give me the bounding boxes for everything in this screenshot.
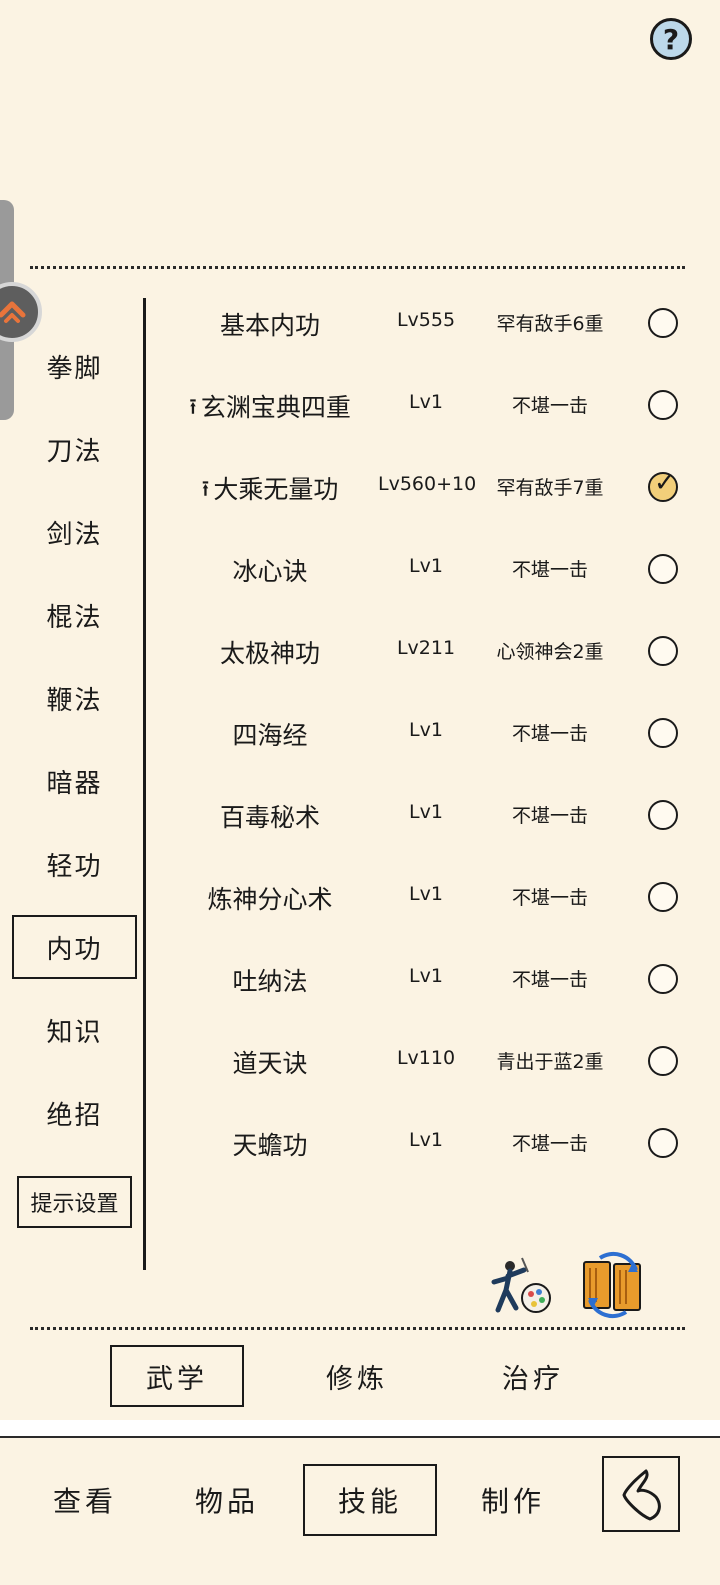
category-2[interactable]: 刀法 [12, 417, 137, 481]
skill-rank: 罕有敌手6重 [496, 313, 604, 335]
skill-select-radio[interactable] [648, 800, 678, 830]
skill-rank: 青出于蓝2重 [496, 1051, 604, 1073]
bottom-divider [30, 1327, 685, 1330]
skill-name-text: 太极神功 [219, 639, 320, 668]
floating-assistant-icon[interactable] [0, 282, 42, 342]
back-button[interactable] [602, 1456, 680, 1532]
skill-rank: 不堪一击 [511, 559, 588, 581]
category-7[interactable]: 轻功 [12, 832, 137, 896]
category-4[interactable]: 棍法 [12, 583, 137, 647]
skill-level: Lv110 [396, 1047, 456, 1069]
skill-name-text: 百毒秘术 [219, 803, 320, 832]
nav-skills-button[interactable]: 技能 [303, 1464, 437, 1536]
category-10[interactable]: 绝招 [12, 1081, 137, 1145]
skill-select-radio[interactable] [648, 882, 678, 912]
skill-rank: 不堪一击 [511, 887, 588, 909]
skill-row[interactable]: 吐纳法 Lv1 不堪一击 [150, 938, 695, 1020]
skill-name: ⭱ 玄渊宝典四重 [160, 388, 380, 428]
skill-select-radio[interactable] [648, 1128, 678, 1158]
subtab-martial-arts[interactable]: 武学 [110, 1345, 244, 1407]
subtab-healing[interactable]: 治疗 [466, 1345, 600, 1407]
skill-level: Lv1 [409, 883, 443, 905]
skill-row[interactable]: 百毒秘术 Lv1 不堪一击 [150, 774, 695, 856]
skill-level: Lv1 [409, 391, 443, 413]
skill-select-radio[interactable] [648, 390, 678, 420]
skill-row[interactable]: 道天诀 Lv110 青出于蓝2重 [150, 1020, 695, 1102]
skill-select-radio[interactable] [648, 554, 678, 584]
skill-name-text: 天蟾功 [232, 1131, 308, 1160]
category-9[interactable]: 知识 [12, 998, 137, 1062]
category-1[interactable]: 拳脚 [12, 334, 137, 398]
skill-rank: 心领神会2重 [496, 641, 604, 663]
skill-name-text: 四海经 [232, 721, 308, 750]
question-mark-icon: ? [662, 22, 680, 56]
up-arrow-icon: ⭱ [189, 395, 197, 420]
skill-name-text: 玄渊宝典四重 [200, 393, 351, 422]
top-divider [30, 266, 685, 269]
skill-name: 冰心诀 [160, 552, 380, 588]
skill-row[interactable]: ⭱ 玄渊宝典四重 Lv1 不堪一击 [150, 364, 695, 446]
skill-rank: 罕有敌手7重 [496, 477, 604, 499]
skill-row[interactable]: 炼神分心术 Lv1 不堪一击 [150, 856, 695, 938]
skill-name-text: 道天诀 [232, 1049, 308, 1078]
book-swap-icon[interactable] [578, 1250, 648, 1320]
skill-row[interactable]: 天蟾功 Lv1 不堪一击 [150, 1102, 695, 1184]
skill-level: Lv555 [396, 309, 456, 331]
category-3[interactable]: 剑法 [12, 500, 137, 564]
skill-select-radio[interactable] [648, 964, 678, 994]
subtab-cultivation[interactable]: 修炼 [290, 1345, 424, 1407]
skill-name-text: 大乘无量功 [213, 475, 339, 504]
hint-settings-button[interactable]: 提示设置 [17, 1176, 132, 1228]
skill-select-radio[interactable] [648, 636, 678, 666]
skill-name: 天蟾功 [160, 1126, 380, 1162]
skill-row[interactable]: 四海经 Lv1 不堪一击 [150, 692, 695, 774]
skill-level: Lv1 [409, 719, 443, 741]
skill-row[interactable]: 冰心诀 Lv1 不堪一击 [150, 528, 695, 610]
skill-name-text: 冰心诀 [232, 557, 308, 586]
skill-level: Lv1 [409, 1129, 443, 1151]
skill-name: 四海经 [160, 716, 380, 752]
sidebar-divider [143, 298, 146, 1270]
checkmark-icon: ✓ [654, 468, 676, 498]
skill-rank: 不堪一击 [511, 969, 588, 991]
skill-level: Lv211 [396, 637, 456, 659]
nav-items-button[interactable]: 物品 [160, 1464, 294, 1536]
skill-name: 炼神分心术 [160, 880, 380, 916]
skill-name-text: 吐纳法 [232, 967, 308, 996]
up-arrow-icon: ⭱ [201, 477, 210, 502]
help-button[interactable]: ? [650, 18, 692, 60]
skill-rank: 不堪一击 [511, 805, 588, 827]
skill-list[interactable]: 基本内功 Lv555 罕有敌手6重 ⭱ 玄渊宝典四重 Lv1 不堪一击 ⭱ 大乘无量功 Lv560… [150, 282, 695, 1222]
nav-craft-button[interactable]: 制作 [446, 1464, 580, 1536]
skill-select-radio[interactable] [648, 308, 678, 338]
skill-name-text: 基本内功 [219, 311, 320, 340]
skill-name: 基本内功 [160, 306, 380, 342]
skill-level: Lv1 [409, 801, 443, 823]
skill-level: Lv1 [409, 965, 443, 987]
category-6[interactable]: 暗器 [12, 749, 137, 813]
nav-view-button[interactable]: 查看 [18, 1464, 152, 1536]
skill-row[interactable]: 基本内功 Lv555 罕有敌手6重 [150, 282, 695, 364]
skill-name: ⭱ 大乘无量功 [160, 470, 380, 510]
skill-level: Lv560+10 [378, 473, 477, 495]
back-arrow-icon [622, 1469, 661, 1521]
skill-name: 道天诀 [160, 1044, 380, 1080]
skill-row[interactable]: 太极神功 Lv211 心领神会2重 [150, 610, 695, 692]
skill-select-radio[interactable] [648, 1046, 678, 1076]
skill-rank: 不堪一击 [511, 395, 588, 417]
category-8[interactable]: 内功 [12, 915, 137, 979]
skill-select-radio[interactable] [648, 718, 678, 748]
skill-name: 吐纳法 [160, 962, 380, 998]
skill-level: Lv1 [409, 555, 443, 577]
skill-name: 百毒秘术 [160, 798, 380, 834]
skill-name: 太极神功 [160, 634, 380, 670]
band-line [0, 1436, 720, 1438]
skill-row[interactable]: ⭱ 大乘无量功 Lv560+10 罕有敌手7重 ✓ [150, 446, 695, 528]
skill-rank: 不堪一击 [511, 1133, 588, 1155]
skill-select-radio[interactable]: ✓ [648, 468, 678, 502]
skill-rank: 不堪一击 [511, 723, 588, 745]
category-5[interactable]: 鞭法 [12, 666, 137, 730]
skill-name-text: 炼神分心术 [207, 885, 333, 914]
martial-artist-palette-icon[interactable] [488, 1252, 554, 1318]
